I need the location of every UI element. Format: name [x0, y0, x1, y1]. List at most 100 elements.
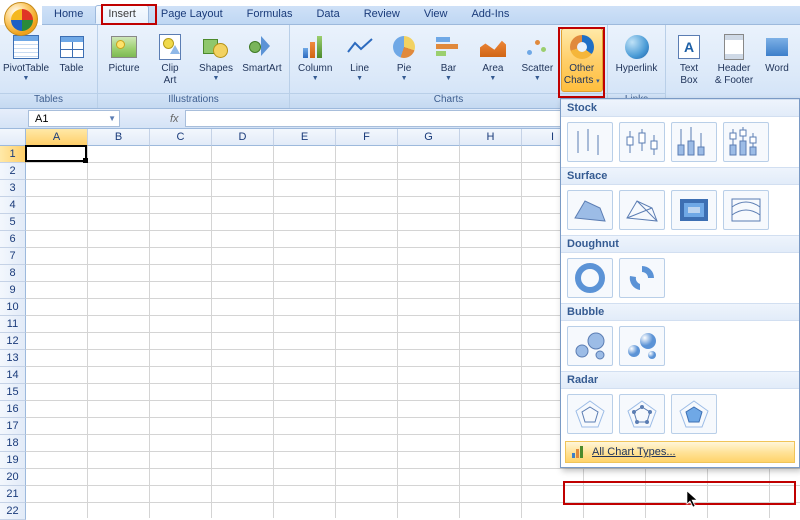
row-header[interactable]: 5 — [0, 214, 26, 231]
surface-contour[interactable] — [671, 190, 717, 230]
row-header[interactable]: 4 — [0, 197, 26, 214]
row-header[interactable]: 14 — [0, 367, 26, 384]
column-header[interactable]: C — [150, 129, 212, 146]
group-charts: Column ▼ Line ▼ Pie ▼ Bar ▼ — [290, 25, 608, 108]
tab-insert[interactable]: Insert — [95, 5, 149, 24]
column-header[interactable]: A — [26, 129, 88, 146]
name-box[interactable]: A1 ▼ — [28, 110, 120, 127]
tab-addins[interactable]: Add-Ins — [459, 6, 521, 24]
row-header[interactable]: 16 — [0, 401, 26, 418]
row-header[interactable]: 13 — [0, 350, 26, 367]
clipart-button[interactable]: Clip Art — [148, 28, 192, 92]
shapes-button[interactable]: Shapes ▼ — [194, 28, 238, 92]
picture-button[interactable]: Picture — [102, 28, 146, 92]
chevron-down-icon: ▼ — [401, 75, 408, 82]
picture-icon — [108, 31, 140, 63]
row-header[interactable]: 6 — [0, 231, 26, 248]
picture-label: Picture — [108, 64, 139, 75]
column-chart-icon — [299, 31, 331, 63]
pie-chart-icon — [388, 31, 420, 63]
tab-home[interactable]: Home — [42, 6, 95, 24]
headerfooter-button[interactable]: Header & Footer — [710, 28, 758, 92]
bubble-3d[interactable] — [619, 326, 665, 366]
bubble-chart[interactable] — [567, 326, 613, 366]
radar-filled[interactable] — [671, 394, 717, 434]
section-radar: Radar — [561, 371, 799, 389]
pie-label: Pie — [397, 64, 411, 75]
row-header[interactable]: 19 — [0, 452, 26, 469]
tab-review[interactable]: Review — [352, 6, 412, 24]
section-stock: Stock — [561, 99, 799, 117]
chevron-down-icon: ▾ — [596, 78, 600, 85]
smartart-button[interactable]: SmartArt — [240, 28, 284, 92]
select-all-corner[interactable] — [0, 129, 26, 146]
radar-markers[interactable] — [619, 394, 665, 434]
hyperlink-button[interactable]: Hyperlink — [612, 28, 661, 92]
stock-chart-vhlc[interactable] — [671, 122, 717, 162]
column-header[interactable]: F — [336, 129, 398, 146]
chevron-down-icon: ▼ — [445, 75, 452, 82]
pie-chart-button[interactable]: Pie ▼ — [383, 28, 425, 92]
radar-chart[interactable] — [567, 394, 613, 434]
row-header[interactable]: 22 — [0, 503, 26, 520]
row-header[interactable]: 3 — [0, 180, 26, 197]
office-button[interactable] — [4, 2, 38, 36]
stock-chart-hlc[interactable] — [567, 122, 613, 162]
table-label: Table — [60, 64, 84, 75]
stock-chart-ohlc[interactable] — [619, 122, 665, 162]
area-chart-button[interactable]: Area ▼ — [472, 28, 514, 92]
column-header[interactable]: G — [398, 129, 460, 146]
table-button[interactable]: Table — [50, 28, 93, 92]
column-header[interactable]: H — [460, 129, 522, 146]
hf-label: Header — [718, 64, 751, 75]
bar-chart-button[interactable]: Bar ▼ — [427, 28, 469, 92]
row-header[interactable]: 9 — [0, 282, 26, 299]
row-header[interactable]: 21 — [0, 486, 26, 503]
table-icon — [56, 31, 88, 63]
doughnut-chart[interactable] — [567, 258, 613, 298]
other-charts-dropdown: Stock Surface Doughnut Bubble Radar All … — [560, 98, 800, 468]
surface-wire-contour[interactable] — [723, 190, 769, 230]
wordart-button[interactable]: Word — [760, 28, 794, 92]
row-header[interactable]: 20 — [0, 469, 26, 486]
row-header[interactable]: 12 — [0, 333, 26, 350]
column-header[interactable]: B — [88, 129, 150, 146]
row-header[interactable]: 17 — [0, 418, 26, 435]
line-chart-button[interactable]: Line ▼ — [338, 28, 380, 92]
ribbon-tabs: Home Insert Page Layout Formulas Data Re… — [42, 6, 800, 25]
all-chart-types-button[interactable]: All Chart Types... — [565, 441, 795, 463]
row-header[interactable]: 2 — [0, 163, 26, 180]
column-label: Column — [298, 64, 332, 75]
column-header[interactable]: D — [212, 129, 274, 146]
chevron-down-icon: ▼ — [312, 75, 319, 82]
fx-icon[interactable]: fx — [170, 113, 179, 125]
chevron-down-icon: ▼ — [489, 75, 496, 82]
column-header[interactable]: E — [274, 129, 336, 146]
row-header[interactable]: 8 — [0, 265, 26, 282]
surface-3d[interactable] — [567, 190, 613, 230]
row-header[interactable]: 15 — [0, 384, 26, 401]
column-chart-button[interactable]: Column ▼ — [294, 28, 336, 92]
tab-view[interactable]: View — [412, 6, 460, 24]
doughnut-exploded[interactable] — [619, 258, 665, 298]
scatter-chart-icon — [521, 31, 553, 63]
tab-data[interactable]: Data — [304, 6, 351, 24]
tab-formulas[interactable]: Formulas — [235, 6, 305, 24]
chevron-down-icon[interactable]: ▼ — [108, 114, 116, 123]
tab-pagelayout[interactable]: Page Layout — [149, 6, 235, 24]
surface-wire-3d[interactable] — [619, 190, 665, 230]
stock-chart-vohlc[interactable] — [723, 122, 769, 162]
pivottable-button[interactable]: PivotTable ▼ — [4, 28, 48, 92]
row-header[interactable]: 1 — [0, 146, 26, 163]
row-header[interactable]: 10 — [0, 299, 26, 316]
shapes-icon — [200, 31, 232, 63]
scatter-chart-button[interactable]: Scatter ▼ — [516, 28, 558, 92]
row-header[interactable]: 18 — [0, 435, 26, 452]
pivottable-label: PivotTable — [3, 64, 49, 75]
other-charts-button[interactable]: Other Charts ▾ — [561, 28, 603, 92]
row-header[interactable]: 7 — [0, 248, 26, 265]
group-label-tables: Tables — [0, 93, 97, 108]
smartart-label: SmartArt — [242, 64, 281, 75]
textbox-button[interactable]: A Text Box — [670, 28, 708, 92]
row-header[interactable]: 11 — [0, 316, 26, 333]
